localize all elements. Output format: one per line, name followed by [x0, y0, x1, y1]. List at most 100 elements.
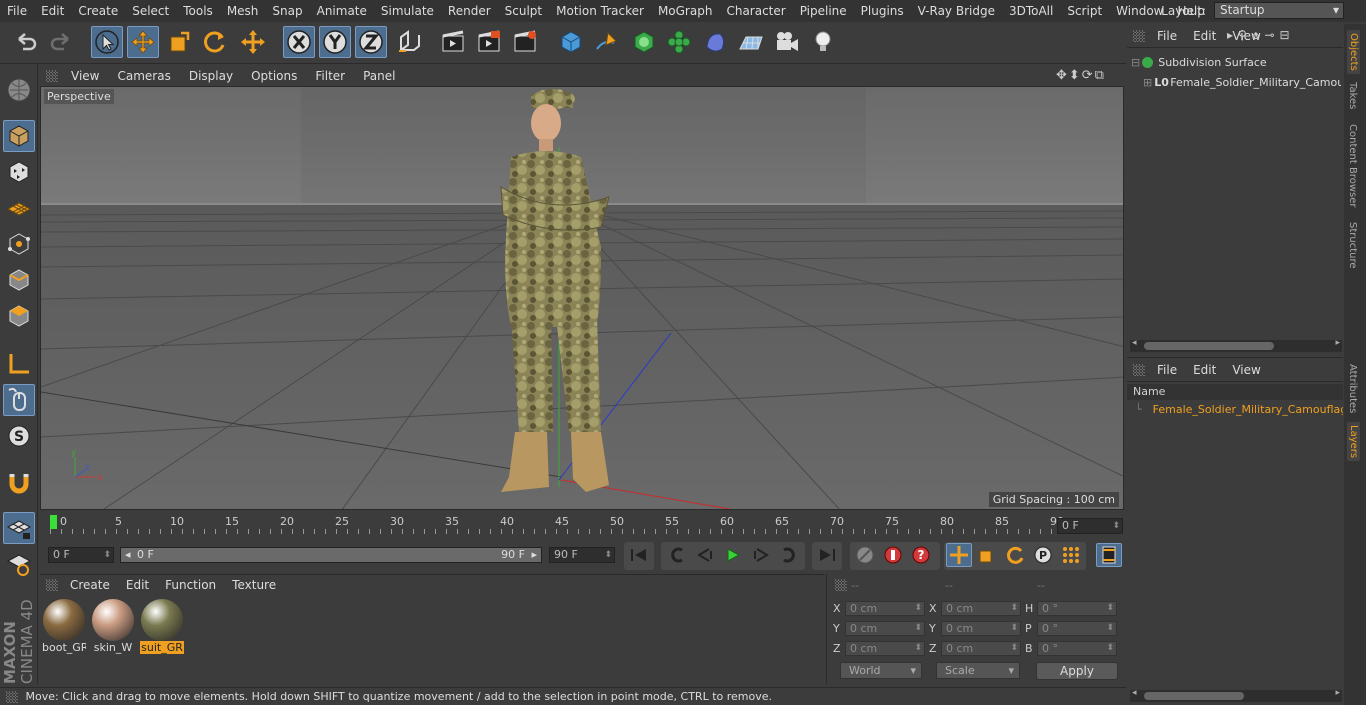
layers-menu-edit[interactable]: Edit [1185, 363, 1224, 377]
coord-field-c[interactable]: 0 ° [1037, 621, 1117, 636]
coord-field-a[interactable]: 0 cm [845, 641, 925, 656]
tree-item-subdivision-surface[interactable]: ⊟ Subdivision Surface [1131, 52, 1341, 72]
keyframe-help-icon[interactable]: ? [908, 543, 934, 567]
coord-field-a[interactable]: 0 cm [845, 621, 925, 636]
objects-menu-edit[interactable]: Edit [1185, 29, 1224, 43]
material-swatch[interactable]: suit_GR [140, 599, 184, 654]
transform-tool-icon[interactable] [237, 26, 269, 58]
key-point-level-icon[interactable] [1058, 543, 1084, 567]
frame-range-slider[interactable]: ◂ 0 F 90 F ▸ [120, 547, 542, 563]
viewport-menu-panel[interactable]: Panel [354, 69, 404, 83]
layers-menu-view[interactable]: View [1224, 363, 1268, 377]
viewport-menu-cameras[interactable]: Cameras [108, 69, 179, 83]
coord-field-c[interactable]: 0 ° [1037, 641, 1117, 656]
next-key-icon[interactable] [776, 543, 802, 567]
locked-workplane-icon[interactable] [3, 512, 35, 544]
make-editable-icon[interactable] [3, 74, 35, 106]
timeline-window-icon[interactable] [1096, 543, 1122, 567]
menu-character[interactable]: Character [719, 0, 792, 22]
deformer-icon[interactable] [699, 26, 731, 58]
current-frame-field[interactable]: 0 F [1057, 518, 1123, 534]
layer-manager-scrollbar[interactable]: ◂ ▸ [1130, 688, 1342, 702]
key-rotation-icon[interactable] [1002, 543, 1028, 567]
tweak-mode-icon[interactable] [3, 384, 35, 416]
coord-field-b[interactable]: 0 cm [941, 641, 1021, 656]
viewport-menu-view[interactable]: View [62, 69, 108, 83]
menu-sculpt[interactable]: Sculpt [498, 0, 549, 22]
objects-menu-file[interactable]: File [1149, 29, 1185, 43]
menu-mograph[interactable]: MoGraph [651, 0, 720, 22]
material-swatch[interactable]: boot_GR [42, 599, 86, 654]
z-axis-lock-icon[interactable] [355, 26, 387, 58]
menu-mesh[interactable]: Mesh [220, 0, 266, 22]
camera-icon[interactable] [771, 26, 803, 58]
menu-snap[interactable]: Snap [265, 0, 309, 22]
pen-spline-icon[interactable] [591, 26, 623, 58]
viewport-menu-options[interactable]: Options [242, 69, 306, 83]
cloner-icon[interactable] [663, 26, 695, 58]
viewport-menu-display[interactable]: Display [180, 69, 242, 83]
next-frame-icon[interactable] [748, 543, 774, 567]
go-to-start-icon[interactable] [626, 543, 652, 567]
menu-tools[interactable]: Tools [176, 0, 220, 22]
coordinate-type-dropdown[interactable]: Scale [936, 662, 1020, 679]
object-manager-nav-icons[interactable]: ▸⚲⌂⊸⊟ [1227, 28, 1341, 44]
playhead[interactable] [50, 515, 57, 529]
edges-mode-icon[interactable] [3, 264, 35, 296]
start-frame-field[interactable]: 0 F [48, 547, 114, 563]
render-settings-icon[interactable] [509, 26, 541, 58]
layers-menu-file[interactable]: File [1149, 363, 1185, 377]
undo-icon[interactable] [10, 26, 42, 58]
menu-motion-tracker[interactable]: Motion Tracker [549, 0, 651, 22]
tab-takes[interactable]: Takes [1347, 82, 1358, 109]
subdivision-surface-icon[interactable] [628, 26, 660, 58]
render-view-icon[interactable] [437, 26, 469, 58]
menu-edit[interactable]: Edit [34, 0, 71, 22]
tab-objects[interactable]: Objects [1347, 30, 1360, 74]
workplane-icon[interactable] [3, 192, 35, 224]
autokey-icon[interactable] [880, 543, 906, 567]
viewport-menu-filter[interactable]: Filter [306, 69, 354, 83]
record-disabled-icon[interactable] [852, 543, 878, 567]
timeline-ruler[interactable]: 051015202530354045505560657075808590 [40, 513, 1064, 535]
menu-select[interactable]: Select [125, 0, 176, 22]
apply-button[interactable]: Apply [1036, 662, 1118, 680]
live-selection-icon[interactable] [91, 26, 123, 58]
key-scale-icon[interactable] [974, 543, 1000, 567]
object-manager-scrollbar[interactable]: ◂ ▸ [1130, 338, 1342, 352]
magnet-icon[interactable] [3, 466, 35, 498]
floor-scene-icon[interactable] [735, 26, 767, 58]
key-position-icon[interactable] [946, 543, 972, 567]
redo-icon[interactable] [45, 26, 77, 58]
axis-mode-icon[interactable] [3, 348, 35, 380]
key-parameter-icon[interactable]: P [1030, 543, 1056, 567]
material-menu-texture[interactable]: Texture [224, 578, 284, 592]
coord-field-a[interactable]: 0 cm [845, 601, 925, 616]
layout-dropdown[interactable]: Startup [1214, 2, 1344, 19]
menu-simulate[interactable]: Simulate [374, 0, 441, 22]
model-mode-icon[interactable] [3, 120, 35, 152]
x-axis-lock-icon[interactable] [283, 26, 315, 58]
coord-field-b[interactable]: 0 cm [941, 601, 1021, 616]
perspective-viewport[interactable]: y x z Perspective Grid Spacing : 100 cm [40, 86, 1124, 510]
snap-icon[interactable]: S [3, 420, 35, 452]
material-swatch[interactable]: skin_W [91, 599, 135, 654]
tree-item-female-soldier[interactable]: ⊞ L0 Female_Soldier_Military_Camouflage [1131, 72, 1341, 92]
coord-field-c[interactable]: 0 ° [1037, 601, 1117, 616]
menu-script[interactable]: Script [1060, 0, 1109, 22]
move-tool-icon[interactable] [127, 26, 159, 58]
previous-frame-icon[interactable] [692, 543, 718, 567]
menu-3dtoall[interactable]: 3DToAll [1002, 0, 1060, 22]
menu-pipeline[interactable]: Pipeline [793, 0, 854, 22]
polygons-mode-icon[interactable] [3, 300, 35, 332]
render-to-picture-viewer-icon[interactable] [473, 26, 505, 58]
planar-workplane-icon[interactable] [3, 548, 35, 580]
material-menu-edit[interactable]: Edit [118, 578, 157, 592]
menu-render[interactable]: Render [441, 0, 498, 22]
end-frame-field[interactable]: 90 F [549, 547, 615, 563]
go-to-end-icon[interactable] [814, 543, 840, 567]
y-axis-lock-icon[interactable] [319, 26, 351, 58]
cube-primitive-icon[interactable] [555, 26, 587, 58]
material-menu-create[interactable]: Create [62, 578, 118, 592]
tab-content-browser[interactable]: Content Browser [1347, 124, 1358, 207]
